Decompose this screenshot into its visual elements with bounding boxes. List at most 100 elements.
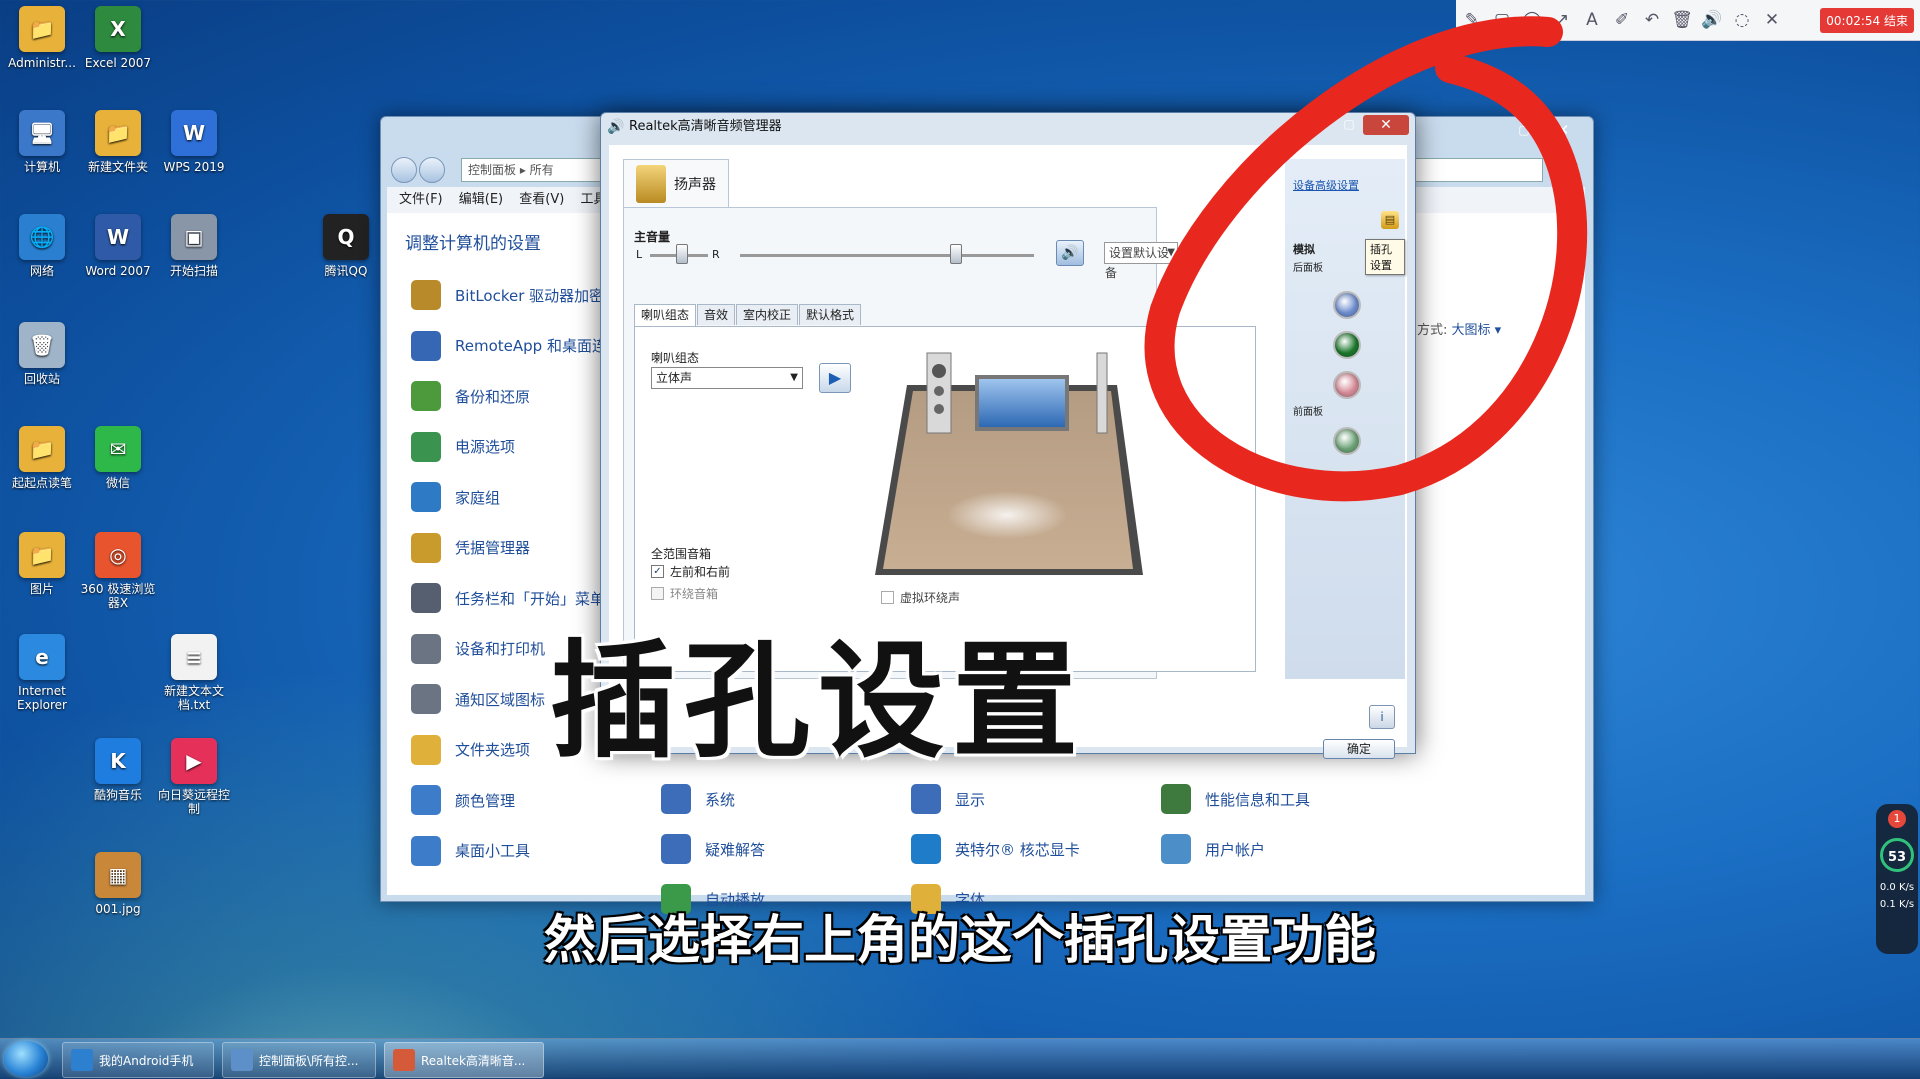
control-panel-item[interactable]: 电源选项 [411, 427, 515, 467]
start-button[interactable] [4, 1041, 48, 1077]
maximize-button[interactable]: ▢ [1335, 115, 1363, 133]
search-icon[interactable]: ⌕ [1571, 157, 1579, 173]
app-icon: W [171, 110, 217, 156]
desktop-icon-label: 微信 [105, 476, 130, 490]
realtek-titlebar[interactable]: 🔊 Realtek高清晰音频管理器 — ▢ ✕ [601, 113, 1415, 141]
control-panel-item[interactable]: 颜色管理 [411, 780, 515, 820]
jack-pink-mic-in[interactable] [1333, 371, 1361, 399]
desktop-icon[interactable]: ✉ 微信 [78, 426, 158, 490]
desktop-icon[interactable]: K 酷狗音乐 [78, 738, 158, 802]
control-panel-item[interactable]: 用户帐户 [1161, 829, 1265, 869]
desktop-icon-label: Internet Explorer [17, 684, 67, 712]
close-button[interactable]: ✕ [1363, 115, 1409, 135]
tab-sound-effects[interactable]: 音效 [697, 304, 736, 325]
microphone-icon[interactable]: ◌ [1728, 6, 1756, 34]
control-panel-item[interactable]: 备份和还原 [411, 376, 530, 416]
menu-view[interactable]: 查看(V) [519, 187, 564, 213]
connector-panel: 设备高级设置 ▤ 插孔设置 模拟 后面板 前面板 [1285, 159, 1405, 679]
control-panel-item-label: 用户帐户 [1205, 840, 1266, 859]
pen-icon[interactable]: ✎ [1458, 6, 1486, 34]
circle-icon[interactable]: ◯ [1518, 6, 1546, 34]
tab-speakers[interactable]: 扬声器 [623, 159, 729, 208]
front-left-right-checkbox[interactable]: ✓ 左前和右前 [651, 563, 730, 580]
trash-icon[interactable]: 🗑 [1668, 6, 1696, 34]
control-panel-item[interactable]: 文件夹选项 [411, 730, 530, 770]
control-panel-item[interactable]: 性能信息和工具 [1161, 779, 1310, 819]
desktop-icon[interactable]: 📁 图片 [2, 532, 82, 596]
desktop-icon[interactable]: 📁 Administr... [2, 6, 82, 70]
speaker-icon[interactable]: 🔊 [1698, 6, 1726, 34]
taskbar-item-realtek[interactable]: Realtek高清晰音... [384, 1042, 544, 1078]
control-panel-item[interactable]: 家庭组 [411, 477, 500, 517]
control-panel-item[interactable]: 通知区域图标 [411, 679, 545, 719]
advanced-device-settings-link[interactable]: 设备高级设置 [1293, 177, 1359, 193]
play-test-button[interactable]: ▶ [819, 363, 851, 393]
tab-speaker-config[interactable]: 喇叭组态 [634, 304, 697, 327]
control-panel-item[interactable]: 桌面小工具 [411, 831, 530, 871]
control-panel-item[interactable]: 系统 [661, 779, 735, 819]
volume-slider-thumb[interactable] [950, 244, 962, 264]
desktop-icon-label: 新建文件夹 [87, 160, 148, 174]
desktop-icon[interactable]: X Excel 2007 [78, 6, 158, 70]
taskbar-item-control-panel[interactable]: 控制面板\所有控... [222, 1042, 376, 1078]
control-panel-item[interactable]: 显示 [911, 779, 985, 819]
app-icon: X [95, 6, 141, 52]
control-panel-item-label: RemoteApp 和桌面连接 [455, 337, 622, 355]
speaker-config-dropdown[interactable]: 立体声 ▼ [651, 367, 803, 389]
control-panel-item-icon [411, 785, 441, 815]
volume-slider-track[interactable] [740, 254, 1034, 257]
balance-left-label: L [636, 248, 643, 261]
default-device-dropdown[interactable]: 设置默认设备 ▼ [1104, 242, 1178, 280]
control-panel-item[interactable]: 英特尔® 核芯显卡 [911, 829, 1080, 869]
chevron-down-icon: ▼ [790, 372, 798, 383]
tab-default-format[interactable]: 默认格式 [799, 304, 862, 325]
menu-file[interactable]: 文件(F) [399, 187, 443, 213]
tab-speakers-label: 扬声器 [674, 177, 716, 193]
folder-icon[interactable]: ▤ [1381, 211, 1399, 229]
highlighter-icon[interactable]: ✐ [1608, 6, 1636, 34]
desktop-icon[interactable]: ▣ 开始扫描 [154, 214, 234, 278]
balance-slider-thumb[interactable] [676, 244, 688, 264]
desktop-icon[interactable]: 🖥 计算机 [2, 110, 82, 174]
desktop-icon[interactable]: W WPS 2019 [154, 110, 234, 174]
undo-icon[interactable]: ↶ [1638, 6, 1666, 34]
desktop-icon[interactable]: e Internet Explorer [2, 634, 82, 712]
close-button[interactable]: ✕ [1541, 119, 1585, 141]
maximize-button[interactable]: ▢ [1509, 119, 1539, 141]
desktop-icon[interactable]: 📁 起起点读笔 [2, 426, 82, 490]
info-button[interactable]: i [1369, 705, 1395, 729]
close-icon[interactable]: ✕ [1758, 6, 1786, 34]
desktop-icon[interactable]: ≡ 新建文本文档.txt [154, 634, 234, 712]
mute-button[interactable]: 🔊 [1056, 240, 1084, 266]
desktop-icon-label: 图片 [29, 582, 54, 596]
taskbar-item-label: 控制面板\所有控... [259, 1053, 359, 1068]
rectangle-icon[interactable]: ▢ [1488, 6, 1516, 34]
taskbar-item-android[interactable]: 我的Android手机 [62, 1042, 214, 1078]
forward-button[interactable] [419, 157, 445, 183]
tab-room-correction[interactable]: 室内校正 [736, 304, 799, 325]
desktop-icon[interactable]: ▶ 向日葵远程控制 [154, 738, 234, 816]
control-panel-item[interactable]: RemoteApp 和桌面连接 [411, 326, 622, 366]
menu-edit[interactable]: 编辑(E) [459, 187, 503, 213]
control-panel-item[interactable]: 设备和打印机 [411, 629, 545, 669]
network-monitor-widget[interactable]: 1 53 0.0 K/s 0.1 K/s [1876, 804, 1918, 954]
recording-timer-button[interactable]: 00:02:54 结束 [1820, 7, 1914, 33]
control-panel-item[interactable]: 疑难解答 [661, 829, 765, 869]
desktop-icon[interactable]: W Word 2007 [78, 214, 158, 278]
desktop-icon[interactable]: Q 腾讯QQ [306, 214, 386, 278]
text-icon[interactable]: A [1578, 6, 1606, 34]
back-button[interactable] [391, 157, 417, 183]
minimize-button[interactable]: — [1307, 115, 1335, 133]
jack-blue-line-in[interactable] [1333, 291, 1361, 319]
control-panel-item[interactable]: 凭据管理器 [411, 528, 530, 568]
arrow-icon[interactable]: ↗ [1548, 6, 1576, 34]
jack-front-green[interactable] [1333, 427, 1361, 455]
control-panel-item[interactable]: BitLocker 驱动器加密 [411, 275, 604, 315]
desktop-icon[interactable]: 🌐 网络 [2, 214, 82, 278]
ok-button[interactable]: 确定 [1323, 739, 1395, 759]
view-by-selector[interactable]: 方式: 大图标 ▾ [1417, 319, 1501, 338]
desktop-icon[interactable]: ◎ 360 极速浏览器X [78, 532, 158, 610]
jack-green-line-out[interactable] [1333, 331, 1361, 359]
desktop-icon[interactable]: 🗑 回收站 [2, 322, 82, 386]
desktop-icon[interactable]: 📁 新建文件夹 [78, 110, 158, 174]
